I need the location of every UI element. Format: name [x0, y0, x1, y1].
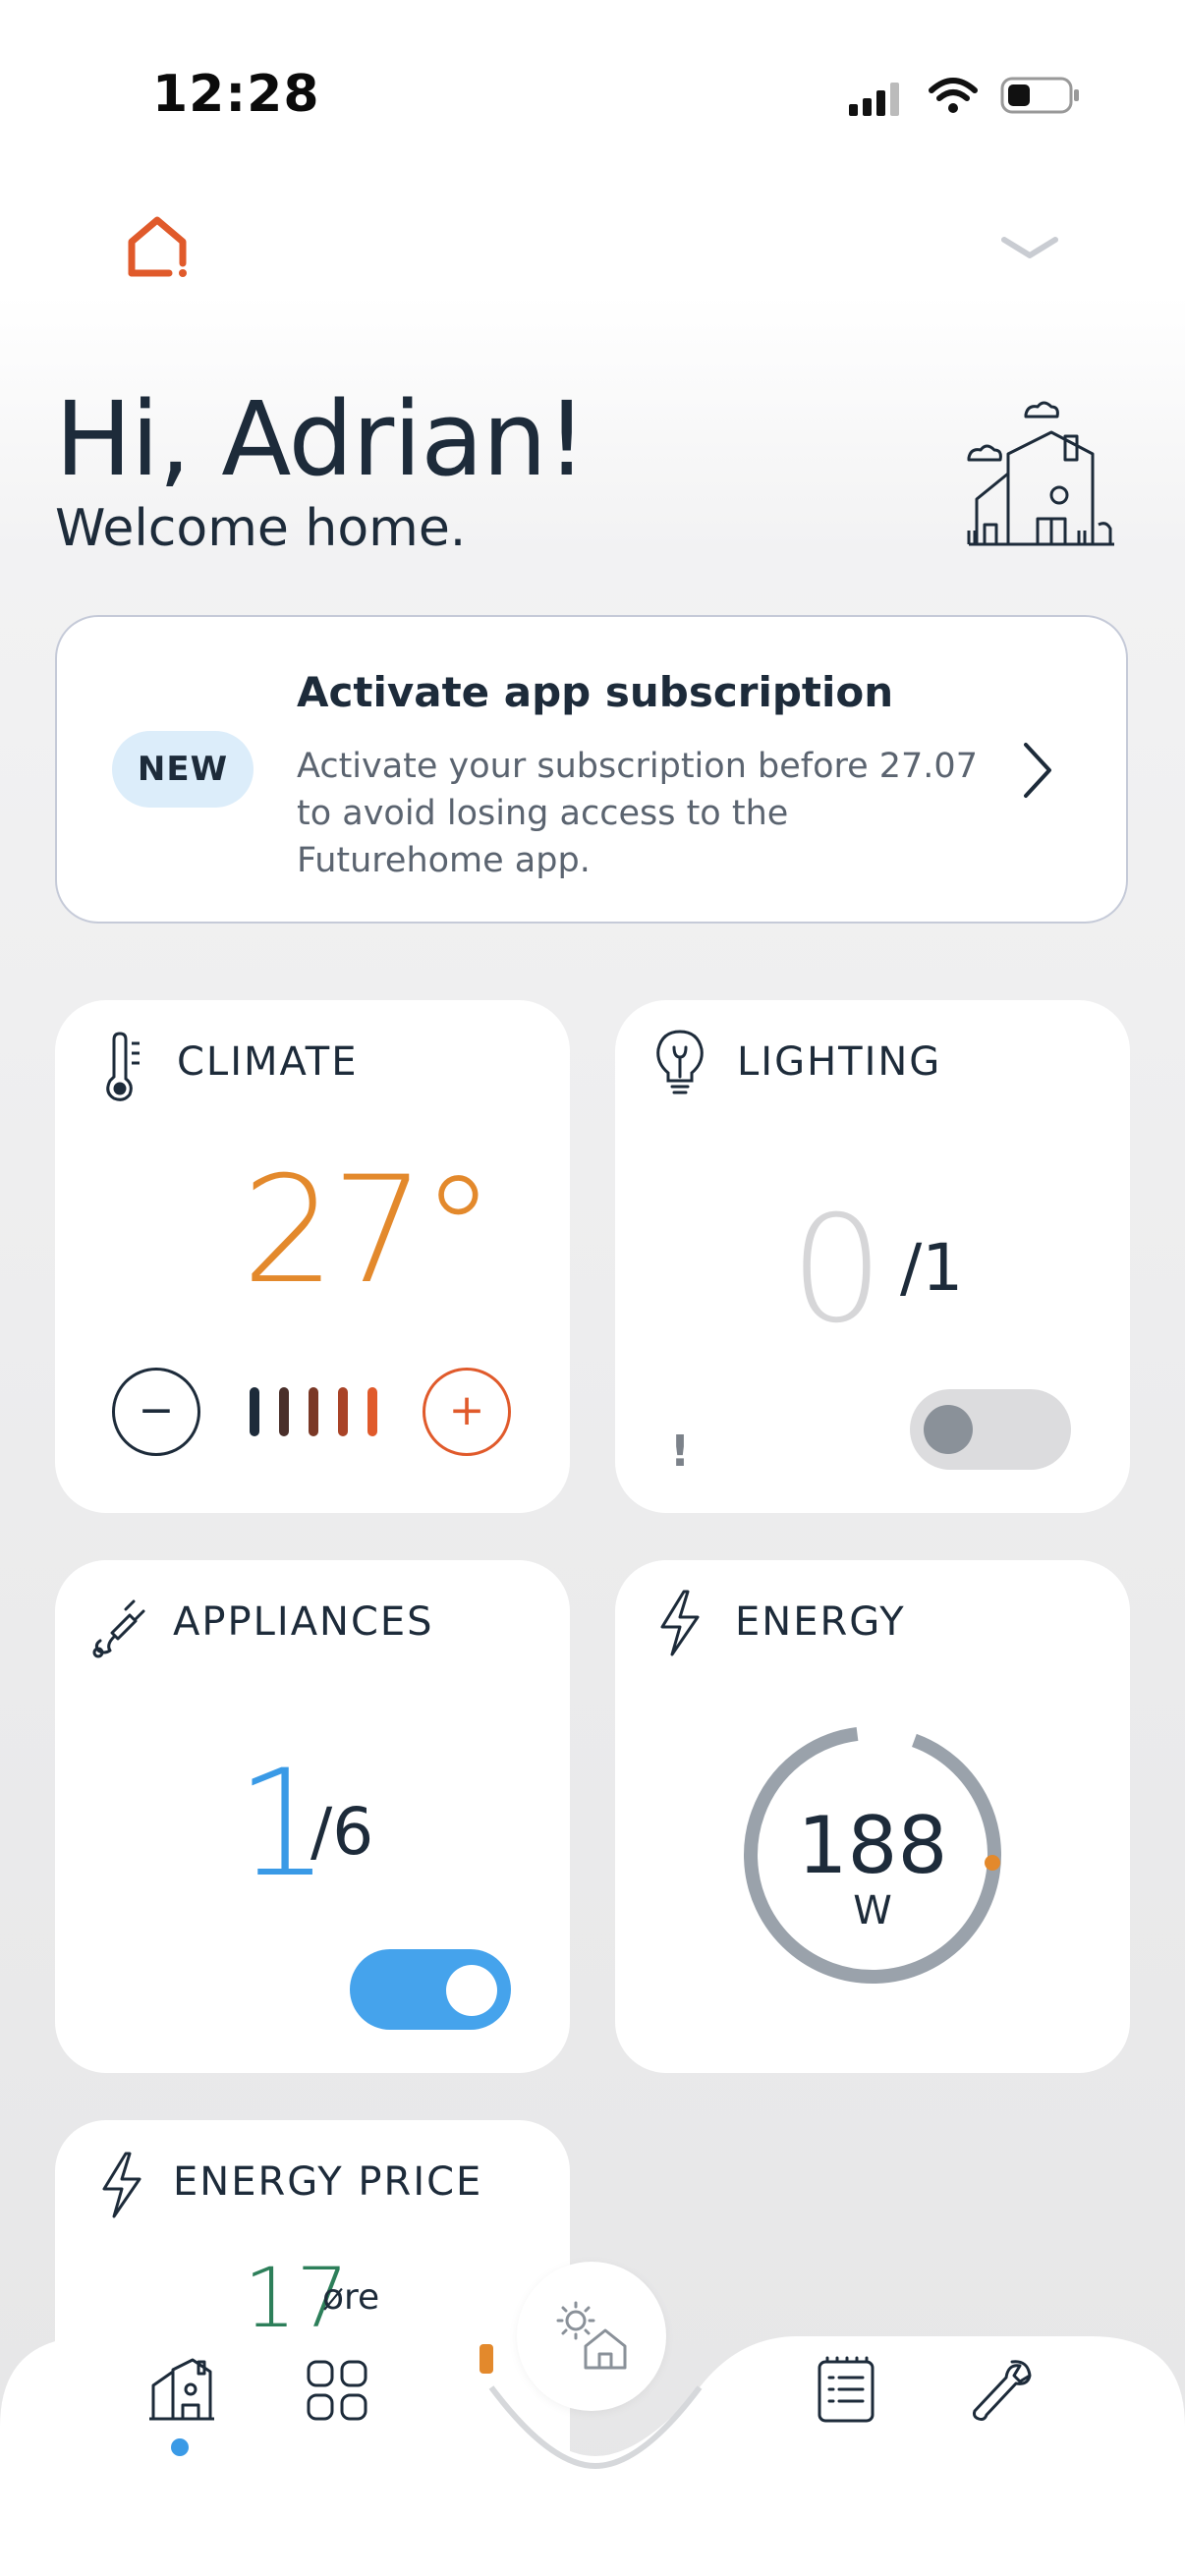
wifi-icon — [929, 78, 978, 113]
temperature-level-bars — [250, 1387, 377, 1436]
cellular-signal-icon — [849, 83, 899, 116]
battery-icon — [1000, 77, 1079, 114]
energy-title: ENERGY — [735, 1599, 906, 1645]
climate-title: CLIMATE — [177, 1039, 359, 1085]
status-time: 12:28 — [152, 65, 320, 124]
modes-button[interactable] — [517, 2262, 666, 2411]
active-tab-indicator — [171, 2438, 189, 2456]
banner-title: Activate app subscription — [297, 668, 894, 716]
chevron-right-icon[interactable] — [1018, 739, 1057, 802]
thermometer-icon — [106, 1032, 140, 1101]
lightning-icon — [660, 1590, 700, 1656]
banner-text: Activate your subscription before 27.07 … — [297, 747, 978, 880]
lights-total-count: /1 — [900, 1230, 964, 1306]
energy-price-title: ENERGY PRICE — [173, 2159, 483, 2205]
climate-temperature: 27° — [242, 1146, 495, 1316]
home-icon[interactable] — [147, 2356, 216, 2425]
appliances-title: APPLIANCES — [173, 1599, 434, 1645]
log-icon[interactable] — [812, 2356, 880, 2425]
appliances-toggle[interactable] — [350, 1949, 511, 2030]
toggle-knob — [446, 1965, 497, 2016]
increase-temperature-button[interactable]: + — [423, 1368, 511, 1456]
greeting-subtitle: Welcome home. — [55, 499, 467, 558]
lights-on-count: 0 — [790, 1185, 884, 1356]
energy-unit: W — [853, 1888, 892, 1933]
energy-price-unit: øre — [322, 2277, 380, 2318]
warning-icon: ! — [670, 1427, 691, 1477]
greeting-title: Hi, Adrian! — [55, 379, 588, 499]
decrease-temperature-button[interactable]: − — [112, 1368, 200, 1456]
toggle-knob — [924, 1405, 973, 1454]
price-bar-indicator — [480, 2344, 493, 2374]
grid-icon[interactable] — [303, 2356, 371, 2425]
appliances-total-count: /6 — [310, 1794, 374, 1870]
energy-value: 188 — [797, 1800, 948, 1891]
lighting-title: LIGHTING — [737, 1039, 942, 1085]
house-illustration-icon — [967, 401, 1114, 546]
wrench-icon[interactable] — [967, 2356, 1036, 2425]
plug-icon — [92, 1599, 145, 1658]
lighting-toggle[interactable] — [910, 1389, 1071, 1470]
new-badge: NEW — [112, 731, 254, 808]
modes-icon — [556, 2301, 627, 2370]
lightning-icon — [102, 2152, 141, 2218]
lightbulb-icon — [656, 1030, 704, 1094]
futurehome-logo-icon[interactable] — [122, 212, 193, 283]
chevron-down-icon[interactable] — [998, 232, 1061, 263]
